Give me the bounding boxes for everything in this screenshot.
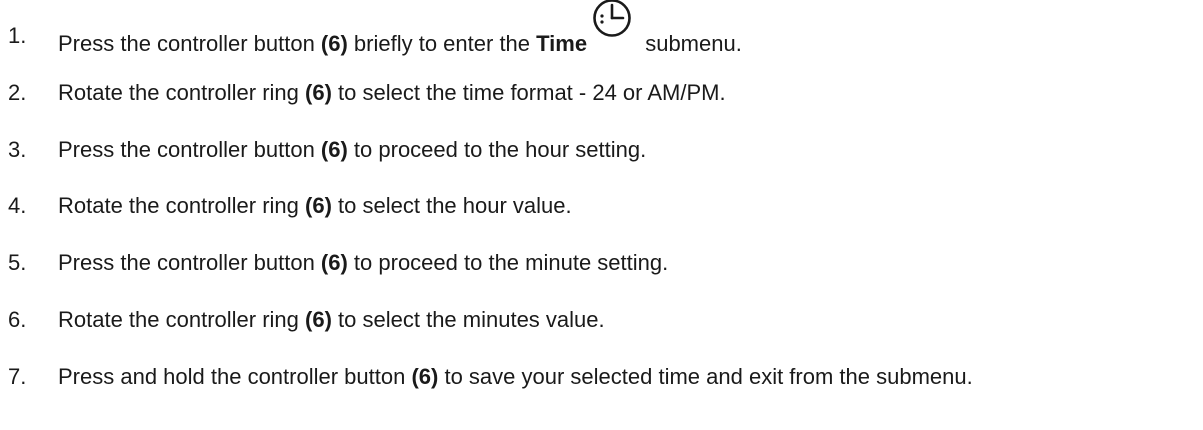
button-reference: (6) [320, 137, 348, 162]
submenu-name: Time [536, 30, 588, 56]
step-text: Rotate the controller ring (6) to select… [58, 73, 726, 113]
button-reference: (6) [411, 364, 439, 389]
step-text-pre: Rotate the controller ring [58, 307, 306, 332]
button-reference: (6) [320, 250, 348, 275]
step-text: Press and hold the controller button (6)… [58, 357, 973, 397]
step-number: 3. [8, 137, 27, 162]
clock-icon [589, 0, 635, 39]
step-text-post: to proceed to the minute setting. [347, 250, 669, 275]
step-number: 2. [8, 80, 27, 105]
step-5: 5. Press the controller button (6) to pr… [8, 243, 668, 283]
step-text-post: submenu. [639, 30, 742, 56]
step-text-post: to select the hour value. [331, 193, 572, 218]
step-text-pre: Press the controller button [58, 250, 321, 275]
step-text-pre: Press and hold the controller button [58, 364, 412, 389]
step-text: Rotate the controller ring (6) to select… [58, 300, 605, 340]
step-number: 1. [8, 23, 27, 48]
step-text-pre: Rotate the controller ring [58, 193, 306, 218]
step-text: Press the controller button (6) to proce… [58, 130, 646, 170]
step-number: 5. [8, 250, 27, 275]
step-number: 7. [8, 364, 27, 389]
step-text: Press the controller button (6) to proce… [58, 243, 668, 283]
button-reference: (6) [305, 307, 332, 332]
step-7: 7. Press and hold the controller button … [8, 357, 973, 397]
step-3: 3. Press the controller button (6) to pr… [8, 130, 646, 170]
button-reference: (6) [320, 30, 348, 56]
step-6: 6. Rotate the controller ring (6) to sel… [8, 300, 605, 340]
step-text-pre: Press the controller button [58, 30, 321, 56]
step-text: Rotate the controller ring (6) to select… [58, 186, 572, 226]
step-text: Press the controller button (6) briefly … [58, 0, 742, 64]
step-number: 4. [8, 193, 27, 218]
button-reference: (6) [305, 193, 332, 218]
step-text-pre: Rotate the controller ring [58, 80, 306, 105]
step-text-pre: Press the controller button [58, 137, 321, 162]
step-text-mid: briefly to enter the [347, 30, 537, 56]
step-text-post: to select the time format - 24 or AM/PM. [331, 80, 726, 105]
button-reference: (6) [305, 80, 332, 105]
step-2: 2. Rotate the controller ring (6) to sel… [8, 73, 726, 113]
step-text-post: to proceed to the hour setting. [347, 137, 647, 162]
step-text-post: to save your selected time and exit from… [438, 364, 973, 389]
step-1: 1. Press the controller button (6) brief… [8, 0, 742, 56]
step-4: 4. Rotate the controller ring (6) to sel… [8, 186, 572, 226]
step-text-post: to select the minutes value. [331, 307, 605, 332]
step-number: 6. [8, 307, 27, 332]
